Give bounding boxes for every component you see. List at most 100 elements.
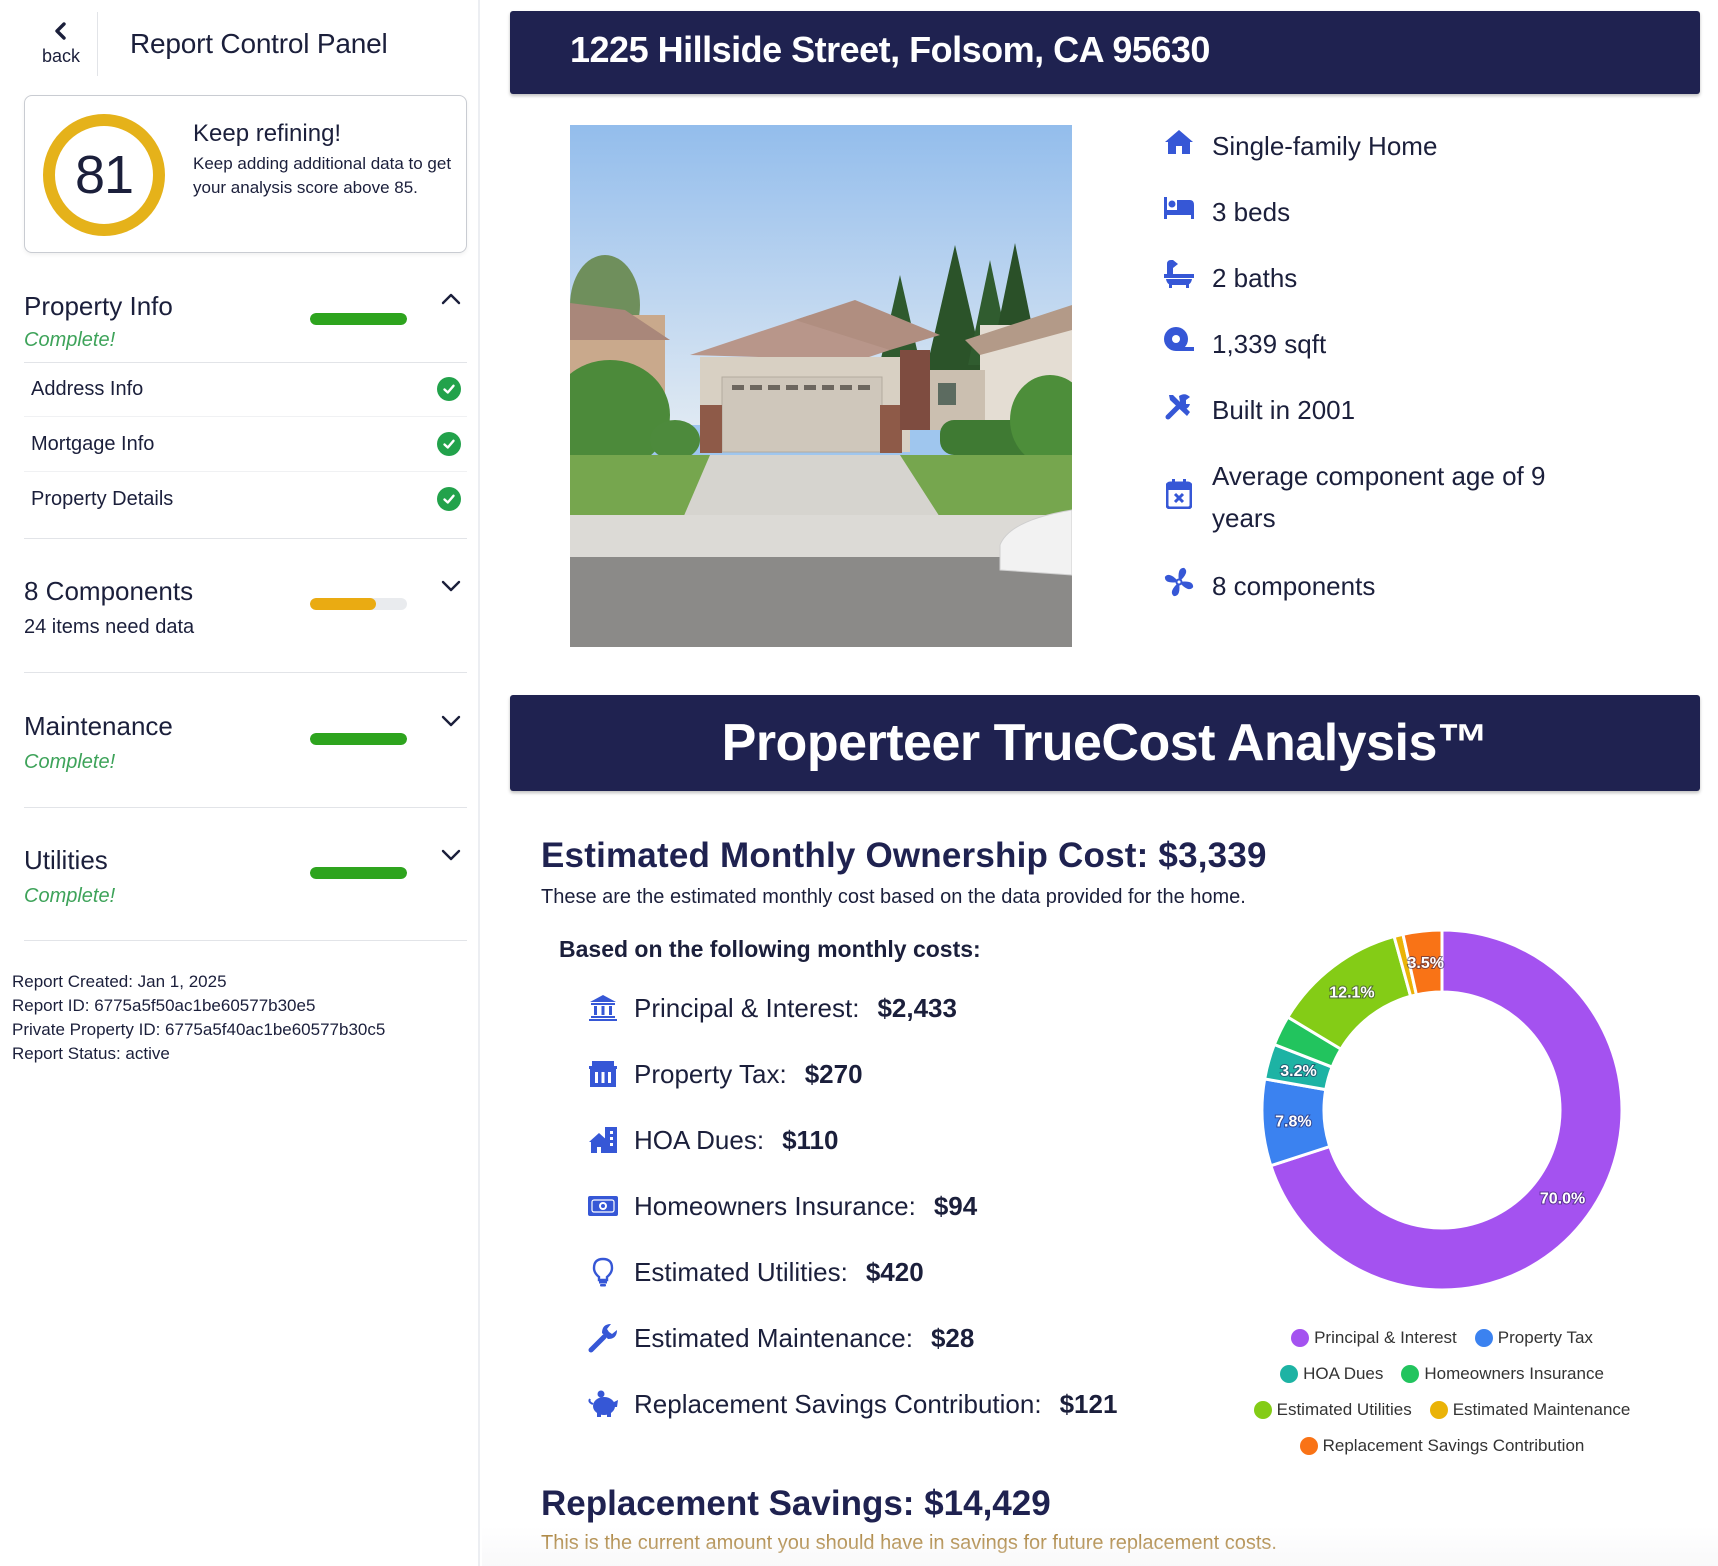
section-title[interactable]: Property Info bbox=[24, 291, 173, 322]
score-value: 81 bbox=[74, 145, 134, 205]
legend-row: Principal & Interest Property Tax bbox=[1222, 1320, 1662, 1356]
legend-item[interactable]: Property Tax bbox=[1474, 1328, 1593, 1348]
legend-item[interactable]: Principal & Interest bbox=[1291, 1328, 1457, 1348]
chevron-down-icon[interactable] bbox=[439, 843, 463, 867]
section-title[interactable]: 8 Components bbox=[24, 576, 193, 607]
legend-row: Replacement Savings Contribution bbox=[1222, 1428, 1662, 1464]
cost-value: $28 bbox=[930, 1322, 975, 1353]
cost-value: $121 bbox=[1059, 1388, 1118, 1419]
sidebar-header: back Report Control Panel bbox=[0, 0, 480, 80]
section-divider bbox=[24, 672, 467, 673]
section-components: 8 Components 24 items need data bbox=[24, 570, 467, 675]
legend-swatch bbox=[1280, 1365, 1299, 1383]
truecost-banner: Properteer TrueCost Analysis™ bbox=[510, 695, 1700, 791]
cost-row-replacement-savings: Replacement Savings Contribution: $121 bbox=[586, 1384, 1117, 1424]
section-maintenance: Maintenance Complete! bbox=[24, 705, 467, 810]
report-main: 1225 Hillside Street, Folsom, CA 95630 S… bbox=[482, 0, 1718, 1566]
donut-label: 3.2% bbox=[1280, 1063, 1316, 1080]
check-circle-icon bbox=[437, 432, 461, 456]
chevron-left-icon bbox=[55, 22, 66, 40]
legend-label: Principal & Interest bbox=[1314, 1328, 1457, 1347]
cost-row-property-tax: Property Tax: $270 bbox=[586, 1054, 863, 1094]
house-icon bbox=[1162, 125, 1196, 159]
chevron-down-icon[interactable] bbox=[439, 574, 463, 598]
fact-components: 8 components bbox=[1162, 565, 1572, 607]
government-building-icon bbox=[586, 1057, 620, 1091]
legend-swatch bbox=[1474, 1329, 1493, 1347]
score-description: Keep adding additional data to get your … bbox=[193, 154, 452, 197]
cost-value: $110 bbox=[782, 1124, 839, 1155]
legend-label: HOA Dues bbox=[1303, 1364, 1384, 1383]
fact-baths: 2 baths bbox=[1162, 257, 1572, 299]
score-heading: Keep refining! bbox=[193, 120, 342, 147]
cost-value: $420 bbox=[865, 1256, 924, 1287]
sub-item-label: Mortgage Info bbox=[31, 433, 155, 455]
monthly-cost-description: These are the estimated monthly cost bas… bbox=[541, 886, 1246, 908]
section-title[interactable]: Maintenance bbox=[24, 711, 173, 742]
cost-label: Estimated Maintenance: bbox=[634, 1322, 913, 1353]
header-divider bbox=[97, 12, 98, 76]
bank-icon bbox=[586, 991, 620, 1025]
tools-icon bbox=[1162, 389, 1196, 423]
sub-item-property-details[interactable]: Property Details bbox=[24, 473, 467, 527]
legend-label: Property Tax bbox=[1497, 1328, 1593, 1347]
section-progress-bar bbox=[310, 313, 407, 325]
back-button[interactable]: back bbox=[30, 22, 92, 78]
section-title[interactable]: Utilities bbox=[24, 845, 108, 876]
replacement-savings-title: Replacement Savings: $14,429 bbox=[541, 1484, 1051, 1523]
legend-item[interactable]: Estimated Maintenance bbox=[1429, 1400, 1630, 1420]
chevron-down-icon[interactable] bbox=[439, 709, 463, 733]
fact-text: 8 components bbox=[1212, 571, 1376, 601]
cost-value: $270 bbox=[804, 1058, 863, 1089]
wrench-icon bbox=[586, 1321, 620, 1355]
fact-year-built: Built in 2001 bbox=[1162, 389, 1572, 431]
check-circle-icon bbox=[437, 377, 461, 401]
legend-swatch bbox=[1429, 1401, 1448, 1419]
legend-item[interactable]: Estimated Utilities bbox=[1253, 1400, 1412, 1420]
cost-label: Homeowners Insurance: bbox=[634, 1190, 916, 1221]
progress-fill bbox=[310, 867, 407, 879]
panel-title: Report Control Panel bbox=[130, 28, 388, 59]
section-status: Complete! bbox=[24, 885, 116, 907]
cost-label: Principal & Interest: bbox=[634, 992, 860, 1023]
fact-beds: 3 beds bbox=[1162, 191, 1572, 233]
donut-label: 70.0% bbox=[1540, 1191, 1585, 1208]
bath-icon bbox=[1162, 257, 1196, 291]
sub-item-mortgage-info[interactable]: Mortgage Info bbox=[24, 418, 467, 472]
hoa-building-icon bbox=[586, 1123, 620, 1157]
section-divider bbox=[24, 807, 467, 808]
sub-item-address-info[interactable]: Address Info bbox=[24, 363, 467, 417]
report-metadata: Report Created: Jan 1, 2025 Report ID: 6… bbox=[12, 970, 385, 1066]
section-divider bbox=[24, 538, 467, 539]
cost-label: Property Tax: bbox=[634, 1058, 787, 1089]
legend-item[interactable]: Homeowners Insurance bbox=[1401, 1364, 1604, 1384]
legend-item[interactable]: HOA Dues bbox=[1280, 1364, 1383, 1384]
cost-label: Replacement Savings Contribution: bbox=[634, 1388, 1042, 1419]
legend-item[interactable]: Replacement Savings Contribution bbox=[1299, 1436, 1584, 1456]
fact-text: 3 beds bbox=[1212, 197, 1291, 227]
cost-value: $2,433 bbox=[877, 992, 957, 1023]
legend-swatch bbox=[1291, 1329, 1310, 1347]
legend-row: HOA Dues Homeowners Insurance bbox=[1222, 1356, 1662, 1392]
back-label: back bbox=[41, 46, 81, 66]
fact-text: 2 baths bbox=[1212, 263, 1298, 293]
private-property-id: Private Property ID: 6775a5f40ac1be60577… bbox=[12, 1020, 386, 1039]
analysis-score-card: 81 Keep refining! Keep adding additional… bbox=[24, 95, 467, 253]
house-photo-illustration bbox=[570, 125, 1072, 647]
monthly-cost-donut-chart: 70.0% 7.8% 3.2% 12.1% 3.5% bbox=[1260, 928, 1624, 1292]
chevron-up-icon[interactable] bbox=[439, 287, 463, 311]
report-id: Report ID: 6775a5f50ac1be60577b30e5 bbox=[12, 996, 316, 1015]
section-utilities: Utilities Complete! bbox=[24, 839, 467, 944]
progress-fill bbox=[310, 598, 376, 610]
tape-measure-icon bbox=[1162, 323, 1196, 357]
section-status: 24 items need data bbox=[24, 616, 195, 638]
monthly-cost-title: Estimated Monthly Ownership Cost: $3,339 bbox=[541, 836, 1267, 875]
check-circle-icon bbox=[437, 487, 461, 511]
legend-label: Estimated Utilities bbox=[1276, 1400, 1412, 1419]
fan-icon bbox=[1162, 565, 1196, 599]
legend-swatch bbox=[1253, 1401, 1272, 1419]
fact-text: Single-family Home bbox=[1212, 131, 1438, 161]
legend-swatch bbox=[1299, 1437, 1318, 1455]
legend-swatch bbox=[1401, 1365, 1420, 1383]
cost-row-estimated-maintenance: Estimated Maintenance: $28 bbox=[586, 1318, 974, 1358]
